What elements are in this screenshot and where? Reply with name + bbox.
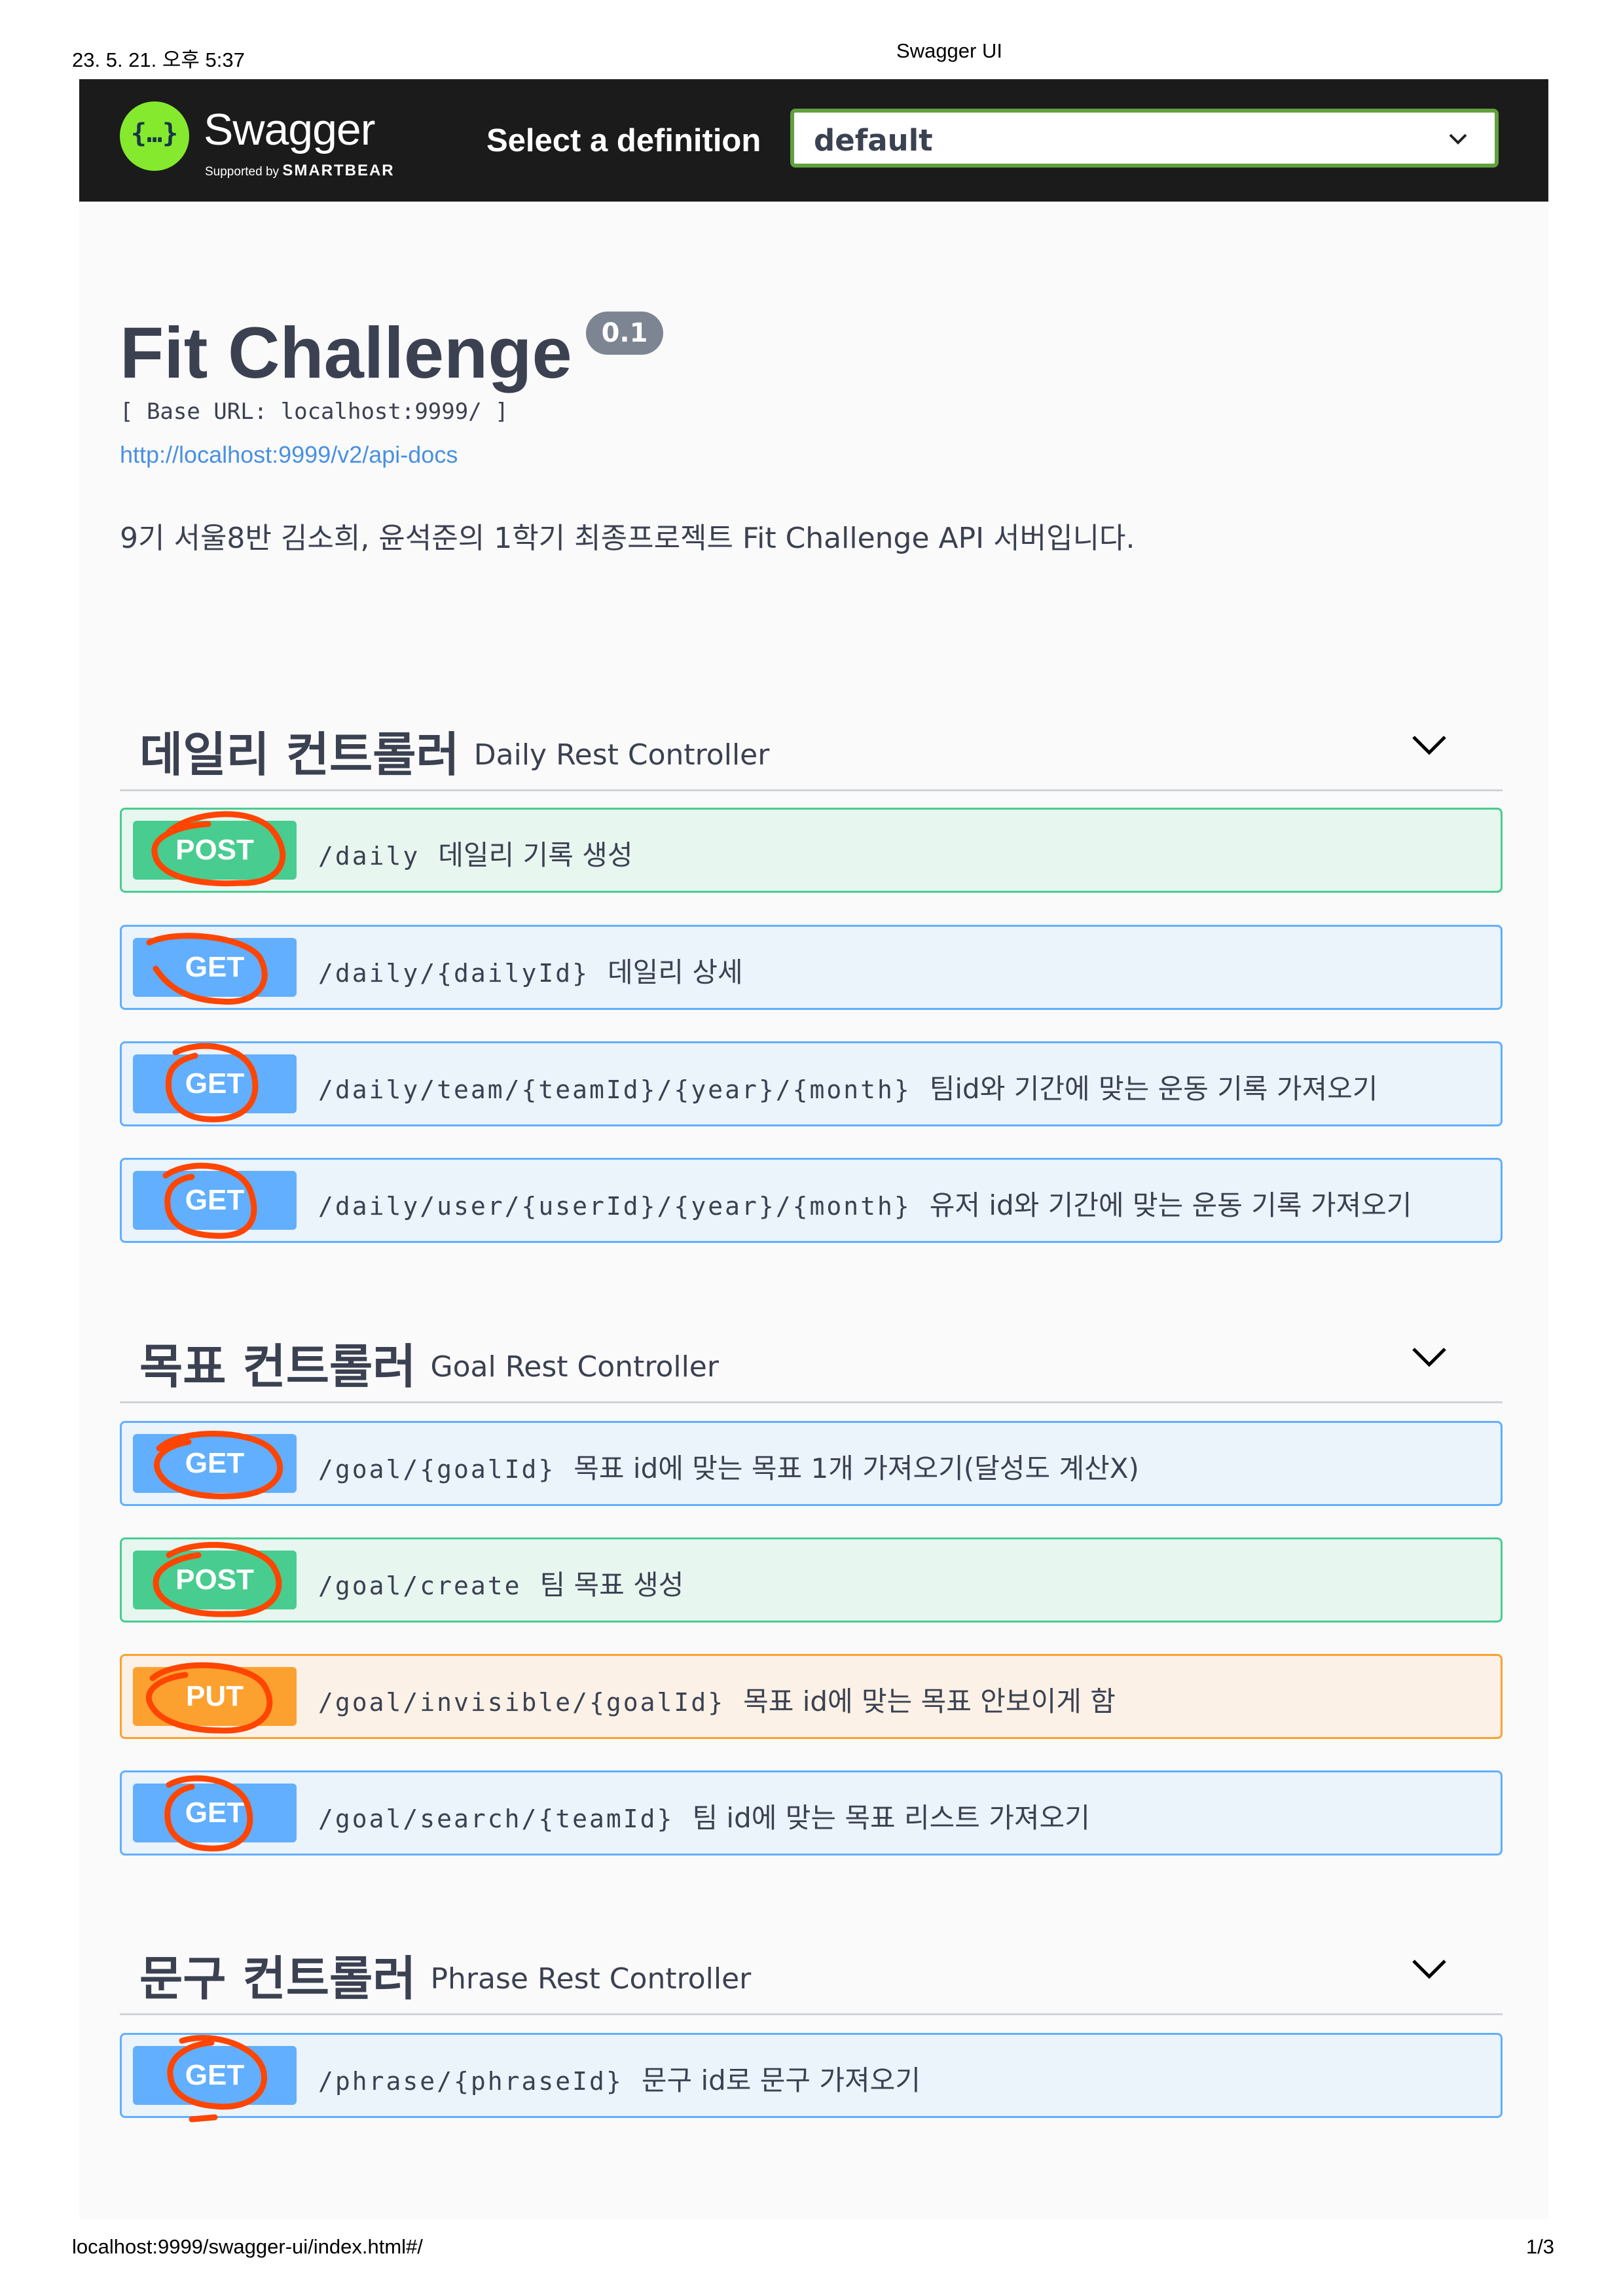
tag-header-phrase[interactable]: 문구 컨트롤러 Phrase Rest Controller xyxy=(120,1915,1503,2015)
logo-mark: {…} xyxy=(130,118,179,149)
tag-header-daily[interactable]: 데일리 컨트롤러 Daily Rest Controller xyxy=(120,691,1503,791)
path-text: /daily/{dailyId} xyxy=(318,959,590,988)
operation-get-phrase[interactable]: GET /phrase/{phraseId} 문구 id로 문구 가져오기 xyxy=(120,2033,1503,2123)
annotation-circle xyxy=(145,1662,273,1734)
tag-name: 목표 컨트롤러 xyxy=(139,1339,416,1394)
tag-description: Goal Rest Controller xyxy=(430,1350,719,1384)
annotation-circle xyxy=(162,1162,257,1239)
operation-path: /goal/create 팀 목표 생성 xyxy=(318,1563,684,1603)
api-title: Fit Challenge xyxy=(120,313,572,393)
operation-path: /daily/user/{userId}/{year}/{month} 유저 id… xyxy=(318,1183,1412,1223)
tag-name: 데일리 컨트롤러 xyxy=(139,727,460,782)
logo-wordmark[interactable]: Swagger xyxy=(204,104,375,155)
tag-title: 문구 컨트롤러 Phrase Rest Controller xyxy=(139,1940,751,2009)
tag-description: Phrase Rest Controller xyxy=(430,1962,752,1996)
chevron-down-icon xyxy=(1449,134,1467,145)
annotation-circle xyxy=(153,1541,282,1617)
tag-title: 목표 컨트롤러 Goal Rest Controller xyxy=(139,1328,719,1397)
definition-select-value: default xyxy=(814,123,933,158)
definition-select-label: Select a definition xyxy=(486,123,761,158)
tag-header-goal[interactable]: 목표 컨트롤러 Goal Rest Controller xyxy=(120,1303,1503,1403)
operation-path: /goal/{goalId} 목표 id에 맞는 목표 1개 가져오기(달성도 계… xyxy=(318,1446,1139,1486)
operation-summary: 팀id와 기간에 맞는 운동 기록 가져오기 xyxy=(929,1073,1378,1105)
tag-name: 문구 컨트롤러 xyxy=(139,1951,416,2006)
path-text: /daily/team/{teamId}/{year}/{month} xyxy=(318,1075,911,1104)
operation-path: /goal/invisible/{goalId} 목표 id에 맞는 목표 안보이… xyxy=(318,1679,1116,1719)
operation-summary: 목표 id에 맞는 목표 1개 가져오기(달성도 계산X) xyxy=(574,1452,1139,1484)
tag-title: 데일리 컨트롤러 Daily Rest Controller xyxy=(139,716,769,785)
operation-put-goal-invisible[interactable]: PUT /goal/invisible/{goalId} 목표 id에 맞는 목표… xyxy=(120,1654,1503,1739)
operation-summary: 목표 id에 맞는 목표 안보이게 함 xyxy=(743,1685,1116,1717)
path-text: /goal/invisible/{goalId} xyxy=(318,1688,725,1717)
path-text: /daily xyxy=(318,842,420,870)
chevron-down-icon[interactable] xyxy=(1408,1336,1450,1378)
operation-get-daily-team[interactable]: GET /daily/team/{teamId}/{year}/{month} 팀… xyxy=(120,1041,1503,1126)
operation-get-daily-detail[interactable]: GET /daily/{dailyId} 데일리 상세 xyxy=(120,925,1503,1010)
operation-summary: 데일리 기록 생성 xyxy=(438,839,633,871)
topbar: {…} Swagger Supported by SMARTBEAR Selec… xyxy=(79,79,1548,202)
base-url: [ Base URL: localhost:9999/ ] xyxy=(120,399,509,425)
operation-summary: 팀 목표 생성 xyxy=(539,1569,684,1601)
annotation-circle xyxy=(154,1431,283,1499)
operation-summary: 문구 id로 문구 가져오기 xyxy=(641,2064,921,2096)
path-text: /daily/user/{userId}/{year}/{month} xyxy=(318,1192,911,1221)
annotation-circle xyxy=(167,2035,267,2123)
print-page-number: 1/3 xyxy=(1525,2235,1554,2258)
operation-summary: 유저 id와 기간에 맞는 운동 기록 가져오기 xyxy=(929,1189,1412,1221)
operation-post-goal-create[interactable]: POST /goal/create 팀 목표 생성 xyxy=(120,1537,1503,1623)
annotation-circle xyxy=(164,1775,253,1852)
operation-summary: 팀 id에 맞는 목표 리스트 가져오기 xyxy=(692,1802,1090,1834)
annotation-circle xyxy=(165,1043,259,1122)
path-text: /goal/{goalId} xyxy=(318,1455,556,1484)
operation-path: /daily/{dailyId} 데일리 상세 xyxy=(318,950,743,990)
operation-summary: 데일리 상세 xyxy=(608,956,743,988)
chevron-down-icon[interactable] xyxy=(1408,1948,1450,1990)
operation-path: /phrase/{phraseId} 문구 id로 문구 가져오기 xyxy=(318,2058,921,2098)
api-docs-link[interactable]: http://localhost:9999/v2/api-docs xyxy=(120,441,458,469)
logo-sub-brand: SMARTBEAR xyxy=(282,162,395,179)
version-badge: 0.1 xyxy=(586,312,663,355)
tag-description: Daily Rest Controller xyxy=(473,738,770,772)
operation-path: /daily 데일리 기록 생성 xyxy=(318,833,632,873)
operation-path: /goal/search/{teamId} 팀 id에 맞는 목표 리스트 가져오… xyxy=(318,1796,1090,1836)
definition-select[interactable]: default xyxy=(790,109,1499,168)
operation-post-daily[interactable]: POST /daily 데일리 기록 생성 xyxy=(120,808,1503,893)
operation-path: /daily/team/{teamId}/{year}/{month} 팀id와 … xyxy=(318,1067,1377,1107)
operation-get-goal-search[interactable]: GET /goal/search/{teamId} 팀 id에 맞는 목표 리스트… xyxy=(120,1770,1503,1856)
swagger-logo-icon[interactable]: {…} xyxy=(120,101,189,171)
path-text: /phrase/{phraseId} xyxy=(318,2067,623,2096)
print-title: Swagger UI xyxy=(896,39,1002,62)
logo-subtitle: Supported by SMARTBEAR xyxy=(205,162,395,180)
print-url: localhost:9999/swagger-ui/index.html#/ xyxy=(72,2235,423,2258)
annotation-circle xyxy=(146,933,268,1005)
path-text: /goal/create xyxy=(318,1571,522,1600)
chevron-down-icon[interactable] xyxy=(1408,724,1450,766)
operation-get-daily-user[interactable]: GET /daily/user/{userId}/{year}/{month} 유… xyxy=(120,1158,1503,1243)
logo-sub-prefix: Supported by xyxy=(205,165,280,179)
path-text: /goal/search/{teamId} xyxy=(318,1804,674,1833)
annotation-circle xyxy=(151,811,286,887)
operation-get-goal[interactable]: GET /goal/{goalId} 목표 id에 맞는 목표 1개 가져오기(달… xyxy=(120,1421,1503,1506)
api-description: 9기 서울8반 김소희, 윤석준의 1학기 최종프로젝트 Fit Challen… xyxy=(120,522,1135,555)
swagger-page: {…} Swagger Supported by SMARTBEAR Selec… xyxy=(79,79,1548,2219)
